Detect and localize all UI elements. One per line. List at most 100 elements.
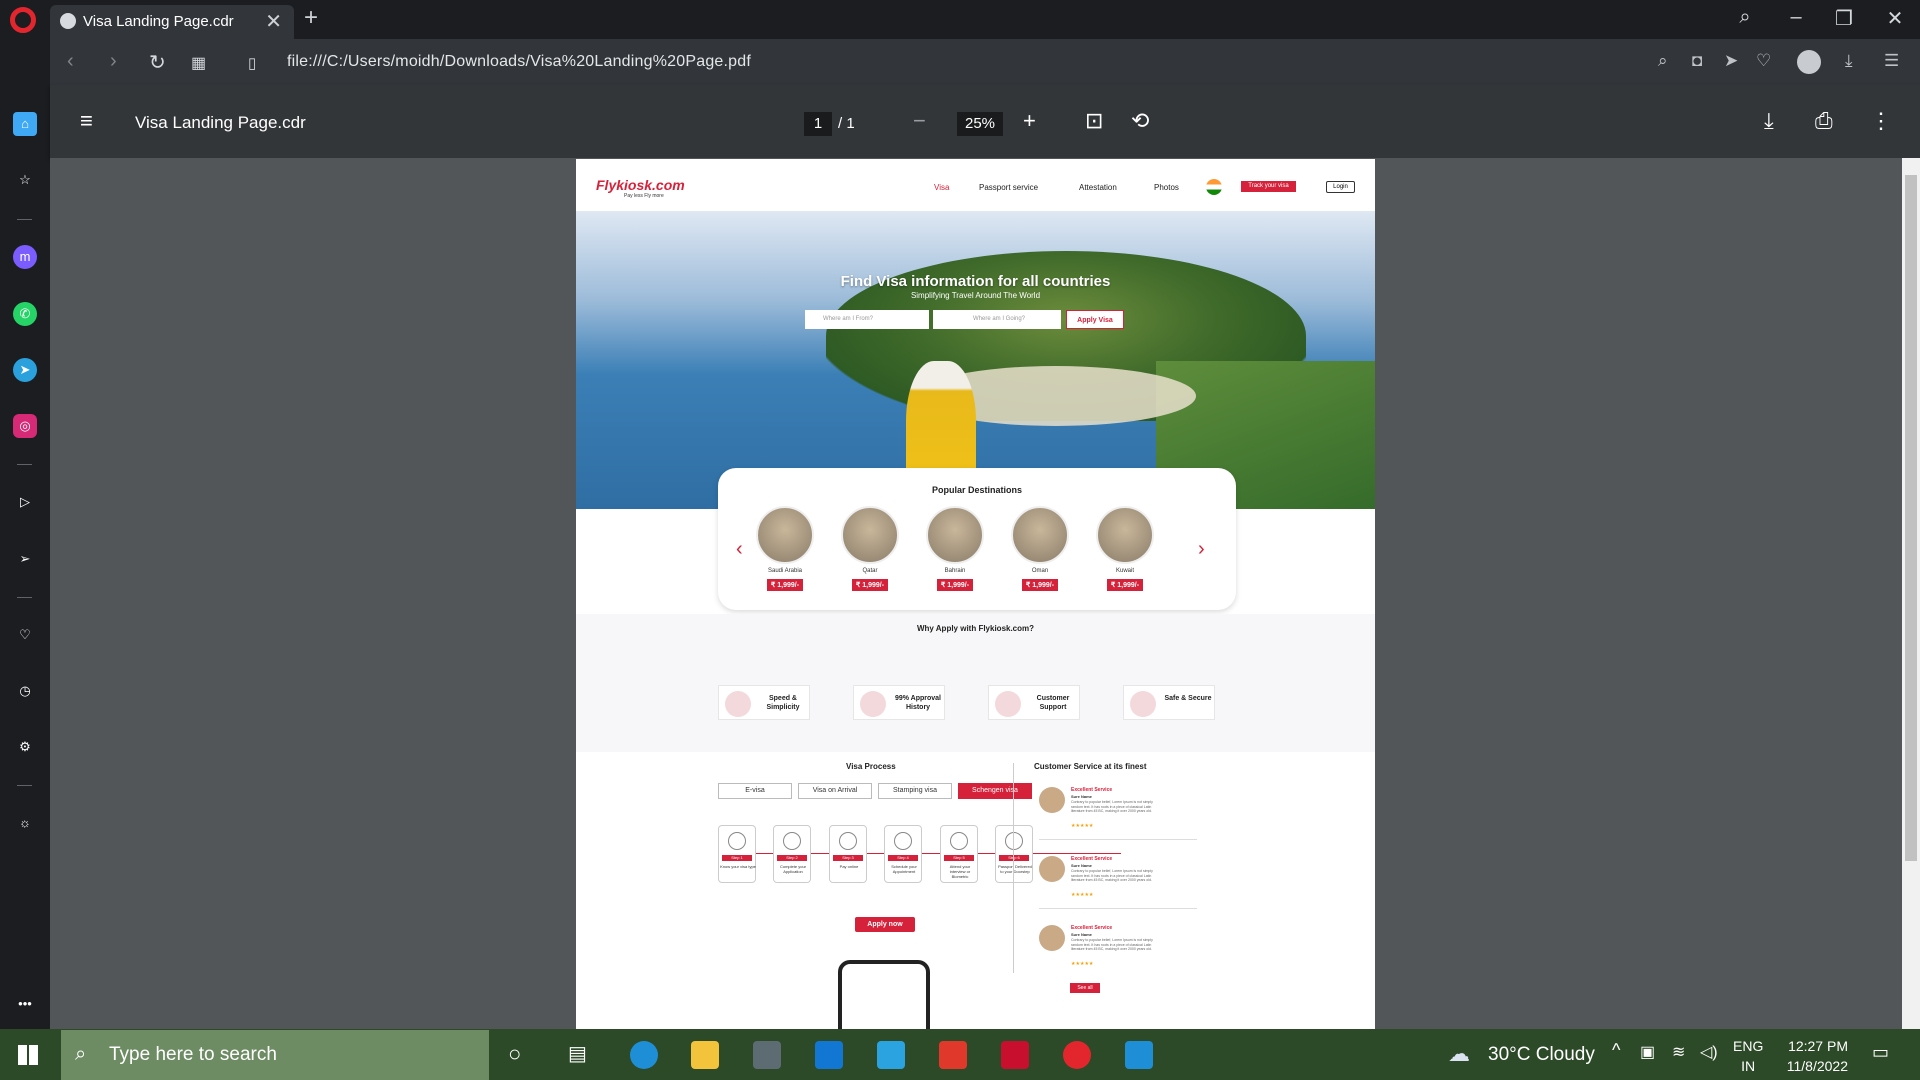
apply-now-button[interactable]: Apply now <box>855 917 915 932</box>
windows-start-icon[interactable] <box>18 1045 38 1065</box>
destination-card[interactable]: Qatar ₹ 1,999/- <box>840 506 900 592</box>
time: 12:27 PM <box>1788 1038 1848 1054</box>
close-window-button[interactable]: ✕ <box>1880 6 1910 31</box>
cortana-icon[interactable]: ○ <box>508 1041 521 1067</box>
more-actions-icon[interactable]: ⋮ <box>1870 108 1892 134</box>
rotate-icon[interactable]: ⟲ <box>1131 108 1149 134</box>
forward-icon[interactable]: › <box>110 50 117 73</box>
minimize-button[interactable]: – <box>1781 6 1811 29</box>
edge-icon[interactable] <box>630 1041 658 1069</box>
mail-icon[interactable] <box>815 1041 843 1069</box>
player-icon[interactable]: ▷ <box>13 490 37 514</box>
review-text: Contrary to popular belief, Lorem Ipsum … <box>1071 800 1153 813</box>
history-icon[interactable]: ◷ <box>13 679 37 703</box>
nav-visa[interactable]: Visa <box>934 183 949 192</box>
telegram-icon[interactable]: ➤ <box>13 358 37 382</box>
divider <box>1013 763 1014 973</box>
language-indicator[interactable]: ENG IN <box>1733 1036 1763 1076</box>
task-view-icon[interactable]: ▤ <box>568 1041 587 1066</box>
instagram-icon[interactable]: ◎ <box>13 414 37 438</box>
destination-card[interactable]: Bahrain ₹ 1,999/- <box>925 506 985 592</box>
lightbulb-icon[interactable]: ☼ <box>13 811 37 835</box>
more-icon[interactable]: ••• <box>13 992 37 1016</box>
opera-menu-icon[interactable] <box>10 7 36 33</box>
from-dropdown[interactable]: Where am I From? <box>805 310 929 329</box>
profile-avatar[interactable] <box>1797 50 1821 74</box>
close-tab-icon[interactable]: ✕ <box>265 9 282 34</box>
vscode-icon[interactable] <box>1125 1041 1153 1069</box>
messenger-icon[interactable]: m <box>13 245 37 269</box>
new-tab-button[interactable]: + <box>304 4 318 32</box>
heart-icon[interactable]: ♡ <box>1756 51 1771 71</box>
home-icon[interactable]: ⌂ <box>13 112 37 136</box>
snapshot-icon[interactable]: ◘ <box>1692 51 1702 71</box>
volume-icon[interactable]: ◁) <box>1700 1042 1718 1062</box>
tab-visa-on-arrival[interactable]: Visa on Arrival <box>798 783 872 799</box>
page-info-icon[interactable]: ▯ <box>248 54 256 72</box>
login-button[interactable]: Login <box>1326 181 1355 193</box>
page-number-input[interactable]: 1 <box>804 112 832 136</box>
search-tabs-icon[interactable]: ⌕ <box>1730 6 1760 29</box>
next-arrow-icon[interactable]: › <box>1198 538 1205 561</box>
step-desc: Complete your Application <box>779 864 806 874</box>
see-all-button[interactable]: See all <box>1070 983 1100 993</box>
file-explorer-icon[interactable] <box>691 1041 719 1069</box>
pdf-page: Flykiosk.com Pay less Fly more Visa Pass… <box>576 159 1375 1029</box>
mcafee-icon[interactable] <box>1001 1041 1029 1069</box>
notifications-icon[interactable]: ▭ <box>1872 1042 1889 1063</box>
why-apply-section: Why Apply with Flykiosk.com? Speed & Sim… <box>576 614 1375 752</box>
support-agent-icon <box>995 691 1021 717</box>
why-card: 99% Approval History <box>853 685 945 720</box>
send-icon[interactable]: ➤ <box>1724 51 1738 71</box>
nav-photos[interactable]: Photos <box>1154 183 1179 192</box>
track-visa-button[interactable]: Track your visa <box>1241 181 1296 192</box>
tab-schengen-visa[interactable]: Schengen visa <box>958 783 1032 799</box>
url-field[interactable]: file:///C:/Users/moidh/Downloads/Visa%20… <box>287 53 751 71</box>
browser-tab[interactable]: Visa Landing Page.cdr ✕ <box>50 5 294 39</box>
download-icon[interactable]: ⤓ <box>1845 51 1853 71</box>
destination-name: Qatar <box>862 568 878 574</box>
whatsapp-icon[interactable]: ✆ <box>13 302 37 326</box>
tab-stamping-visa[interactable]: Stamping visa <box>878 783 952 799</box>
restore-button[interactable]: ❐ <box>1829 6 1859 31</box>
flow-icon[interactable]: ➢ <box>13 547 37 571</box>
reload-icon[interactable]: ↻ <box>149 50 166 75</box>
l-app-icon[interactable] <box>877 1041 905 1069</box>
opera-taskbar-icon[interactable] <box>1063 1041 1091 1069</box>
wifi-icon[interactable]: ≋ <box>1672 1042 1685 1062</box>
easy-setup-icon[interactable]: ☰ <box>1884 51 1899 71</box>
stopwatch-icon <box>725 691 751 717</box>
bookmarks-heart-icon[interactable]: ♡ <box>13 623 37 647</box>
pdf-download-icon[interactable]: ⤓ <box>1764 108 1774 134</box>
chevron-up-icon[interactable]: ^ <box>1612 1040 1620 1061</box>
nav-passport[interactable]: Passport service <box>979 183 1038 192</box>
zoom-in-icon[interactable]: + <box>1023 108 1036 134</box>
tab-e-visa[interactable]: E-visa <box>718 783 792 799</box>
logo-tagline: Pay less Fly more <box>624 193 664 199</box>
apply-visa-button[interactable]: Apply Visa <box>1066 310 1124 329</box>
clock[interactable]: 12:27 PM 11/8/2022 <box>1768 1036 1848 1076</box>
star-icon[interactable]: ☆ <box>13 168 37 192</box>
to-dropdown[interactable]: Where am I Going? <box>933 310 1061 329</box>
red-app-icon[interactable] <box>939 1041 967 1069</box>
review-text: Contrary to popular belief, Lorem Ipsum … <box>1071 938 1153 951</box>
destination-price: ₹ 1,999/- <box>766 579 804 591</box>
destination-card[interactable]: Saudi Arabia ₹ 1,999/- <box>755 506 815 592</box>
settings-icon[interactable]: ⚙ <box>13 735 37 759</box>
nav-attestation[interactable]: Attestation <box>1079 183 1117 192</box>
menu-icon[interactable]: ≡ <box>80 108 93 134</box>
print-icon[interactable]: ⎙ <box>1815 108 1833 134</box>
tabs-grid-icon[interactable]: ▦ <box>191 53 206 73</box>
fit-page-icon[interactable]: ⊡ <box>1085 108 1103 134</box>
zoom-out-icon[interactable]: − <box>913 108 926 134</box>
store-icon[interactable] <box>753 1041 781 1069</box>
network-icon[interactable]: ▣ <box>1640 1042 1655 1062</box>
prev-arrow-icon[interactable]: ‹ <box>736 538 743 561</box>
weather-text[interactable]: 30°C Cloudy <box>1488 1044 1595 1066</box>
zoom-input[interactable]: 25% <box>957 112 1003 136</box>
scroll-thumb[interactable] <box>1905 175 1917 861</box>
destination-card[interactable]: Kuwait ₹ 1,999/- <box>1095 506 1155 592</box>
back-icon[interactable]: ‹ <box>67 50 74 73</box>
search-page-icon[interactable]: ⌕ <box>1658 51 1668 71</box>
destination-card[interactable]: Oman ₹ 1,999/- <box>1010 506 1070 592</box>
